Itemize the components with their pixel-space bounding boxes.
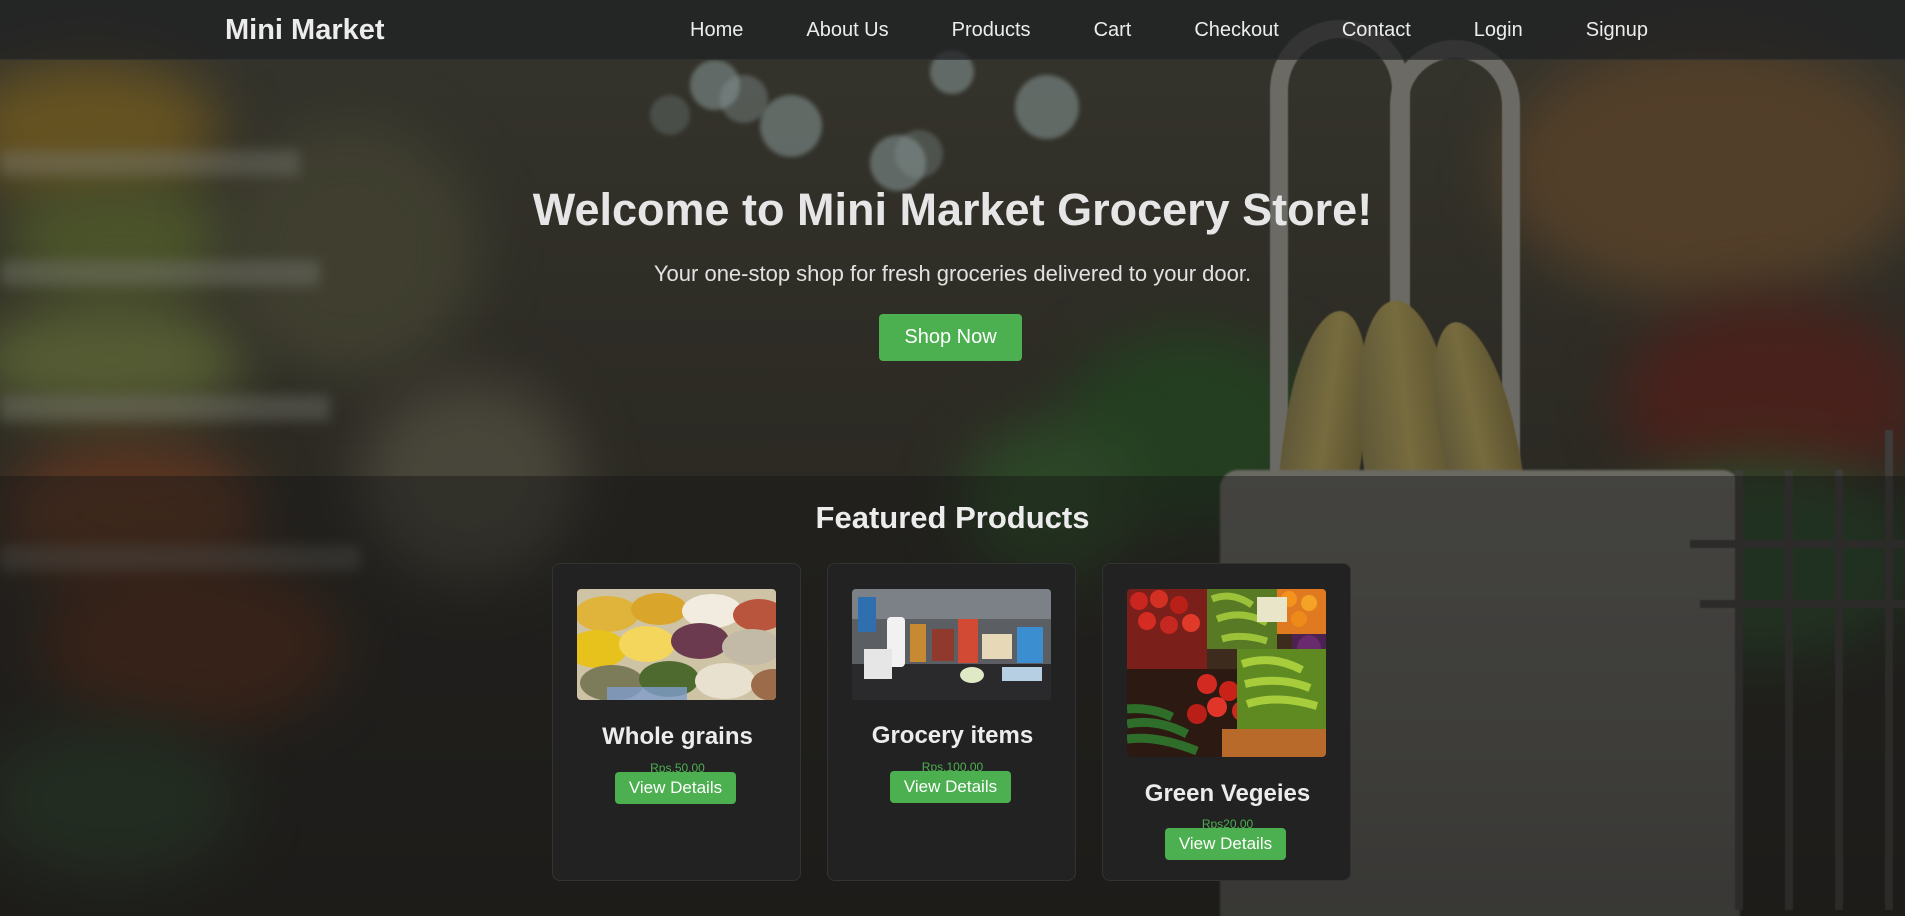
hero-section: Welcome to Mini Market Grocery Store! Yo…	[0, 60, 1905, 476]
main-nav: Home About Us Products Cart Checkout Con…	[690, 19, 1711, 42]
product-name: Whole grains	[602, 723, 753, 750]
featured-products-heading: Featured Products	[815, 500, 1090, 535]
product-image-whole-grains	[577, 589, 776, 700]
product-name: Grocery items	[871, 722, 1034, 749]
product-image-green-vegeies	[1127, 589, 1326, 757]
hero-title: Welcome to Mini Market Grocery Store!	[532, 184, 1373, 235]
top-navbar: Mini Market Home About Us Products Cart …	[0, 0, 1905, 60]
view-details-button[interactable]: View Details	[890, 771, 1011, 803]
nav-link-products[interactable]: Products	[952, 19, 1031, 42]
view-details-button[interactable]: View Details	[1165, 828, 1286, 860]
product-card: Grocery items Rps.100.00 View Details	[827, 563, 1076, 881]
nav-link-about-us[interactable]: About Us	[806, 19, 888, 42]
nav-link-cart[interactable]: Cart	[1094, 19, 1132, 42]
featured-products-section: Featured Products Whole grains Rps.50.00…	[0, 476, 1905, 916]
shop-now-button[interactable]: Shop Now	[879, 314, 1022, 361]
hero-subtitle: Your one-stop shop for fresh groceries d…	[653, 261, 1252, 286]
nav-link-checkout[interactable]: Checkout	[1194, 19, 1279, 42]
nav-link-contact[interactable]: Contact	[1342, 19, 1411, 42]
product-name: Green Vegeies	[1144, 780, 1311, 807]
nav-link-signup[interactable]: Signup	[1586, 19, 1648, 42]
view-details-button[interactable]: View Details	[615, 772, 736, 804]
product-image-grocery-items	[852, 589, 1051, 700]
site-logo[interactable]: Mini Market	[225, 14, 385, 47]
product-card: Green Vegeies Rps20.00 View Details	[1102, 563, 1351, 881]
product-card: Whole grains Rps.50.00 View Details	[552, 563, 801, 881]
nav-link-home[interactable]: Home	[690, 19, 743, 42]
nav-link-login[interactable]: Login	[1474, 19, 1523, 42]
